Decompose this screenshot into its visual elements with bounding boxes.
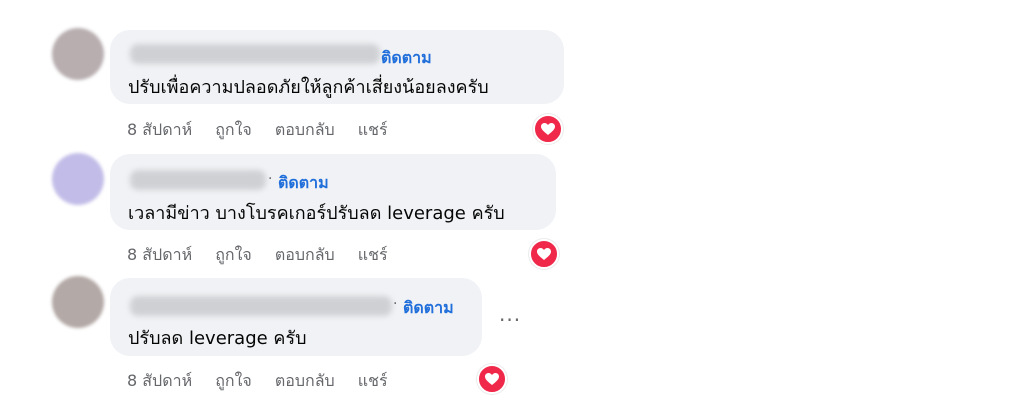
reply-button[interactable]: ตอบกลับ	[275, 371, 335, 390]
comment-timestamp[interactable]: 8 สัปดาห์	[127, 245, 192, 264]
comment-bubble: ติดตาม ปรับเพื่อความปลอดภัยให้ลูกค้าเสี่…	[110, 30, 564, 104]
reply-button[interactable]: ตอบกลับ	[275, 245, 335, 264]
comment-text: ปรับเพื่อความปลอดภัยให้ลูกค้าเสี่ยงน้อยล…	[128, 77, 489, 98]
comment-text: เวลามีข่าว บางโบรคเกอร์ปรับลด leverage ค…	[128, 203, 505, 224]
follow-link[interactable]: ติดตาม	[403, 296, 454, 321]
comment-bubble: · ติดตาม เวลามีข่าว บางโบรคเกอร์ปรับลด l…	[110, 154, 556, 230]
comment-bubble: · ติดตาม ปรับลด leverage ครับ	[110, 278, 482, 356]
comment-item: ติดตาม ปรับเพื่อความปลอดภัยให้ลูกค้าเสี่…	[0, 0, 1024, 144]
comment-item: · ติดตาม ปรับลด leverage ครับ ... 8 สัปด…	[0, 270, 1024, 416]
follow-link[interactable]: ติดตาม	[381, 46, 432, 71]
author-name-blurred[interactable]	[130, 170, 266, 190]
avatar[interactable]	[52, 276, 104, 328]
comment-actions: 8 สัปดาห์ ถูกใจ ตอบกลับ แชร์	[127, 243, 406, 268]
comment-item: · ติดตาม เวลามีข่าว บางโบรคเกอร์ปรับลด l…	[0, 140, 1024, 270]
separator-dot: ·	[268, 171, 273, 187]
avatar[interactable]	[52, 28, 104, 80]
reply-button[interactable]: ตอบกลับ	[275, 120, 335, 139]
follow-link[interactable]: ติดตาม	[278, 171, 329, 196]
love-reaction-icon[interactable]	[477, 364, 507, 394]
like-button[interactable]: ถูกใจ	[215, 245, 252, 264]
love-reaction-icon[interactable]	[529, 239, 559, 269]
like-button[interactable]: ถูกใจ	[215, 371, 252, 390]
author-name-blurred[interactable]	[130, 44, 380, 64]
comment-text: ปรับลด leverage ครับ	[128, 328, 307, 349]
comment-timestamp[interactable]: 8 สัปดาห์	[127, 371, 192, 390]
comment-timestamp[interactable]: 8 สัปดาห์	[127, 120, 192, 139]
like-button[interactable]: ถูกใจ	[215, 120, 252, 139]
comment-actions: 8 สัปดาห์ ถูกใจ ตอบกลับ แชร์	[127, 369, 406, 394]
separator-dot: ·	[393, 296, 398, 312]
avatar[interactable]	[52, 153, 104, 205]
share-button[interactable]: แชร์	[358, 120, 388, 139]
share-button[interactable]: แชร์	[358, 245, 388, 264]
more-options-button[interactable]: ...	[499, 302, 521, 326]
share-button[interactable]: แชร์	[358, 371, 388, 390]
author-name-blurred[interactable]	[130, 296, 392, 316]
